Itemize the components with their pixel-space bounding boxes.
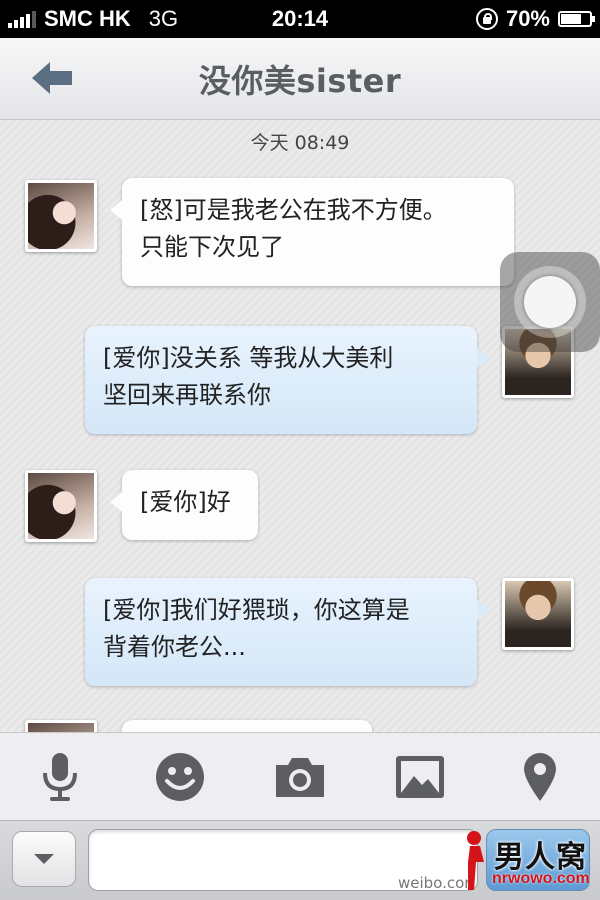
chat-area[interactable]: 今天 08:49 [怒]可是我老公在我不方便。 只能下次见了 [爱你]没关系 等… [0, 120, 600, 732]
location-pin-icon[interactable] [510, 749, 570, 805]
weibo-watermark: weibo.cor [398, 874, 471, 892]
incoming-message[interactable]: [爱你]好 [110, 470, 258, 540]
message-line: 背着你老公... [103, 633, 246, 661]
battery-percent: 70% [505, 6, 550, 31]
message-line: 坚回来再联系你 [103, 381, 271, 409]
user-avatar[interactable] [502, 578, 574, 650]
assistive-touch-button[interactable] [500, 252, 600, 352]
message-line: 只能下次见了 [140, 233, 284, 261]
message-line: [爱你]好 [140, 488, 231, 516]
battery-icon [558, 11, 595, 27]
incoming-message[interactable]: [怒]可是我老公在我不方便。 只能下次见了 [110, 178, 514, 286]
toolbar-toggle-button[interactable] [12, 831, 76, 887]
microphone-icon[interactable] [30, 749, 90, 805]
rotation-lock-icon [475, 8, 498, 30]
outgoing-message[interactable]: [爱你]没关系 等我从大美利 坚回来再联系你 [85, 326, 489, 434]
contact-avatar[interactable] [25, 470, 97, 542]
photo-gallery-icon[interactable] [390, 749, 450, 805]
outgoing-message[interactable]: [爱你]我们好猥琐，你这算是 背着你老公... [85, 578, 489, 686]
message-line: [爱你]我们好猥琐，你这算是 [103, 596, 410, 624]
contact-avatar[interactable] [25, 180, 97, 252]
status-bar: SMC HK 3G 20:14 70% [0, 0, 600, 38]
message-line: [怒]可是我老公在我不方便。 [140, 196, 447, 224]
contact-avatar[interactable] [25, 720, 97, 732]
brand-url-watermark: nrwowo.com [492, 870, 590, 887]
message-timestamp: 今天 08:49 [250, 132, 350, 154]
attachment-toolbar [0, 732, 600, 820]
incoming-message[interactable] [122, 720, 372, 732]
navigation-bar: 没你美sister [0, 38, 600, 120]
emoji-icon[interactable] [150, 749, 210, 805]
camera-icon[interactable] [270, 749, 330, 805]
message-line: [爱你]没关系 等我从大美利 [103, 344, 394, 372]
page-title: 没你美sister [198, 62, 402, 100]
chevron-down-icon [34, 854, 54, 864]
